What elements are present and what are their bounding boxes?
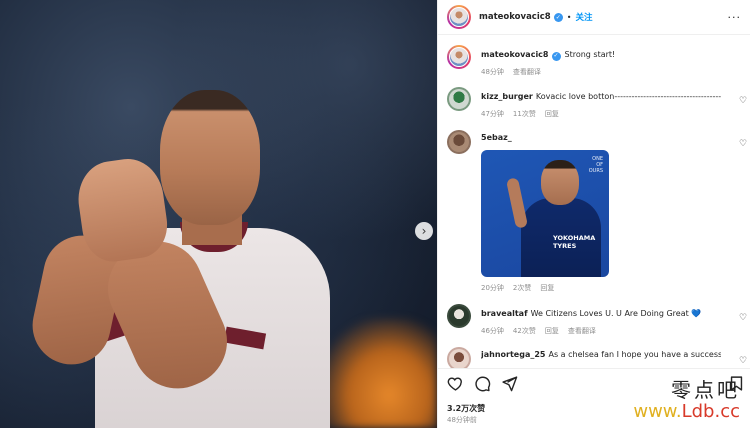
translate-link[interactable]: 查看翻译 xyxy=(513,67,541,77)
comment-text: As a chelsea fan I hope you have a succe… xyxy=(548,350,721,359)
author-avatar[interactable] xyxy=(447,5,471,29)
post-photo[interactable]: › xyxy=(0,0,437,428)
gif-tag-text: ONE OF OURS xyxy=(588,156,603,174)
like-comment-icon[interactable]: ♡ xyxy=(738,96,748,106)
like-comment-icon[interactable]: ♡ xyxy=(738,356,748,366)
gif-player-face xyxy=(541,160,579,205)
commenter-avatar[interactable] xyxy=(447,87,471,111)
comment-item: 5ebaz_ YOKOHAMA TYRES ONE OF OURS 20分钟 2… xyxy=(447,130,750,293)
post-side-panel: mateokovacic8 ✓ • 关注 ··· mateokovacic8 ✓ S… xyxy=(437,0,750,428)
post-timestamp: 48分钟前 xyxy=(447,416,477,424)
reply-link[interactable]: 回复 xyxy=(545,109,559,119)
comment-text: Kovacic love botton---------------------… xyxy=(535,92,721,101)
commenter-avatar[interactable] xyxy=(447,304,471,328)
next-photo-button[interactable]: › xyxy=(415,222,433,240)
comment-time: 46分钟 xyxy=(481,327,504,335)
like-count[interactable]: 3.2万次赞 xyxy=(447,403,485,414)
author-username[interactable]: mateokovacic8 xyxy=(479,12,551,22)
comments-list[interactable]: mateokovacic8 ✓ Strong start! 48分钟 查看翻译 ki… xyxy=(438,36,750,368)
comment-time: 47分钟 xyxy=(481,110,504,118)
caption-item: mateokovacic8 ✓ Strong start! 48分钟 查看翻译 xyxy=(447,45,750,77)
post-header: mateokovacic8 ✓ • 关注 ··· xyxy=(438,0,750,35)
photo-background-figure xyxy=(317,318,437,428)
like-heart-icon[interactable] xyxy=(447,375,464,394)
like-comment-icon[interactable]: ♡ xyxy=(738,313,748,323)
follow-button[interactable]: 关注 xyxy=(575,11,592,23)
comment-username[interactable]: bravealtaf xyxy=(481,309,528,318)
gif-sponsor-text: YOKOHAMA TYRES xyxy=(553,234,596,250)
commenter-avatar[interactable] xyxy=(447,347,471,368)
reply-link[interactable]: 回复 xyxy=(545,326,559,336)
comment-username[interactable]: 5ebaz_ xyxy=(481,133,512,142)
share-paper-plane-icon[interactable] xyxy=(501,375,518,394)
verified-badge-icon: ✓ xyxy=(551,51,561,61)
comment-bubble-icon[interactable] xyxy=(474,375,491,394)
translate-link[interactable]: 查看翻译 xyxy=(568,326,596,336)
caption-username[interactable]: mateokovacic8 xyxy=(481,50,549,59)
instagram-post-view: › mateokovacic8 ✓ • 关注 ··· mateokovacic8… xyxy=(0,0,750,428)
comment-gif-image[interactable]: YOKOHAMA TYRES ONE OF OURS xyxy=(481,150,609,277)
commenter-avatar[interactable] xyxy=(447,130,471,154)
comment-time: 20分钟 xyxy=(481,284,504,292)
comment-item: bravealtaf We Citizens Loves U. U Are Doi… xyxy=(447,304,750,336)
post-actions: 3.2万次赞 48分钟前 xyxy=(438,368,750,428)
more-options-icon[interactable]: ··· xyxy=(728,12,742,23)
caption-time: 48分钟 xyxy=(481,68,504,76)
comment-likes[interactable]: 11次赞 xyxy=(513,109,536,119)
comment-username[interactable]: kizz_burger xyxy=(481,92,533,101)
comment-item: jahnortega_25 As a chelsea fan I hope you… xyxy=(447,347,750,368)
verified-badge-icon: ✓ xyxy=(553,12,563,22)
bookmark-icon[interactable] xyxy=(728,375,745,394)
author-avatar[interactable] xyxy=(447,45,471,69)
comment-text: We Citizens Loves U. U Are Doing Great 💙 xyxy=(530,309,702,318)
comment-username[interactable]: jahnortega_25 xyxy=(481,350,545,359)
gif-raised-finger xyxy=(505,177,529,229)
reply-link[interactable]: 回复 xyxy=(540,283,554,293)
comment-likes[interactable]: 2次赞 xyxy=(513,283,531,293)
photo-player-head xyxy=(160,90,260,225)
comment-item: kizz_burger Kovacic love botton----------… xyxy=(447,87,750,119)
caption-text: Strong start! xyxy=(564,50,616,59)
separator-dot: • xyxy=(566,12,572,22)
comment-likes[interactable]: 42次赞 xyxy=(513,326,536,336)
like-comment-icon[interactable]: ♡ xyxy=(738,139,748,149)
